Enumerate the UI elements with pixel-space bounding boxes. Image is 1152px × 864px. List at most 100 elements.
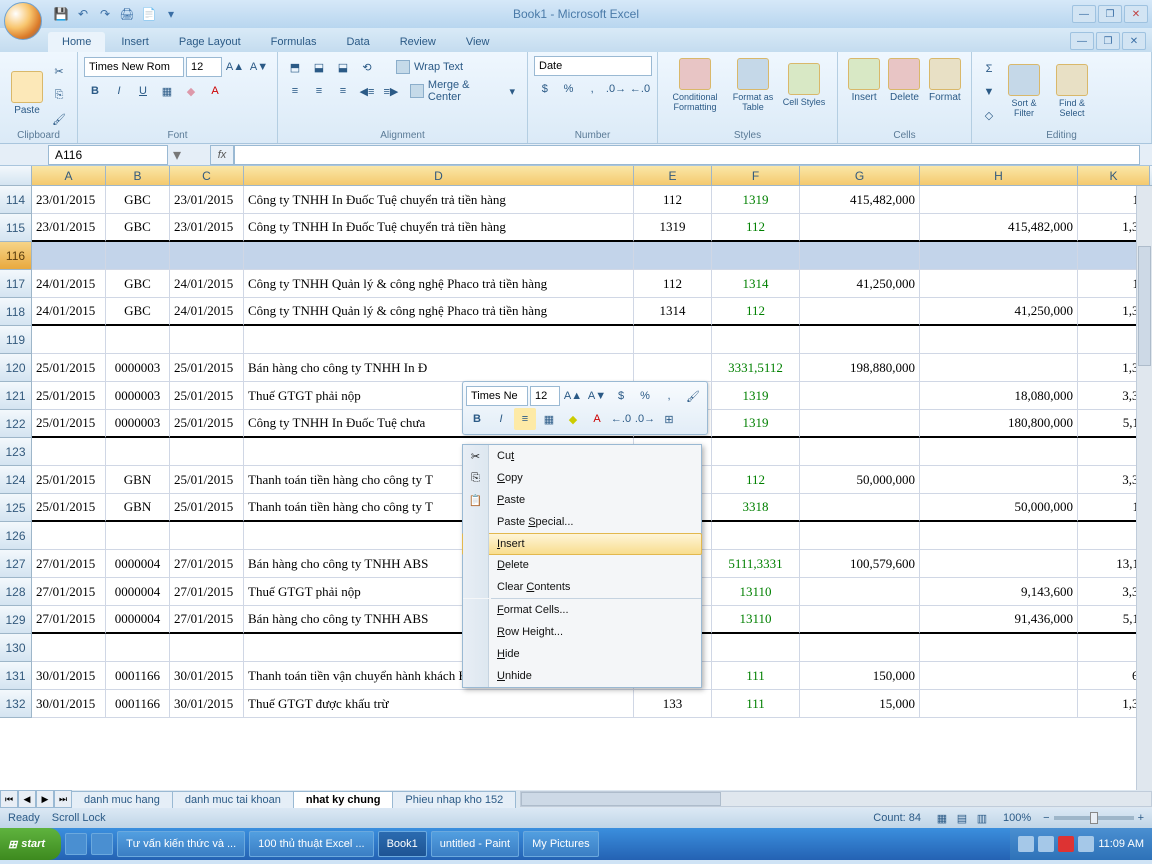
autosum-button[interactable]: Σ [978, 58, 1000, 80]
cell[interactable] [32, 522, 106, 550]
cell[interactable] [800, 634, 920, 662]
fx-button[interactable]: fx [210, 145, 234, 165]
cell[interactable] [244, 326, 634, 354]
percent-button[interactable]: % [558, 78, 580, 100]
font-name-combo[interactable] [84, 57, 184, 77]
cell[interactable]: 0000003 [106, 354, 170, 382]
cell[interactable]: 0000004 [106, 578, 170, 606]
column-header-E[interactable]: E [634, 166, 712, 185]
menu-item-delete[interactable]: Delete [463, 554, 701, 576]
cell[interactable] [800, 214, 920, 242]
cell[interactable] [920, 690, 1078, 718]
menu-item-format-cells-[interactable]: Format Cells... [463, 599, 701, 621]
cell[interactable] [106, 326, 170, 354]
cell[interactable]: 25/01/2015 [170, 494, 244, 522]
cell[interactable]: 24/01/2015 [32, 270, 106, 298]
decrease-decimal-button[interactable]: ←.0 [629, 78, 651, 100]
number-format-combo[interactable] [534, 56, 652, 76]
menu-item-cut[interactable]: ✂Cut [463, 445, 701, 467]
align-center-button[interactable]: ≡ [308, 80, 330, 102]
cell[interactable] [712, 326, 800, 354]
cell[interactable]: 112 [634, 270, 712, 298]
cell[interactable] [32, 326, 106, 354]
cell[interactable] [800, 410, 920, 438]
view-page-break[interactable]: ▥ [973, 810, 991, 826]
conditional-formatting-button[interactable]: Conditional Formatting [664, 56, 726, 114]
print-preview-icon[interactable]: 🖨 [118, 5, 136, 23]
row-header[interactable]: 120 [0, 354, 32, 382]
cell[interactable]: 1319 [712, 382, 800, 410]
merge-center-button[interactable]: Merge & Center ▾ [404, 80, 521, 102]
cell[interactable]: 30/01/2015 [170, 690, 244, 718]
row-header[interactable]: 119 [0, 326, 32, 354]
mini-bold[interactable]: B [466, 408, 488, 430]
cell[interactable] [920, 550, 1078, 578]
cell[interactable]: 23/01/2015 [32, 186, 106, 214]
column-header-A[interactable]: A [32, 166, 106, 185]
cell[interactable]: 91,436,000 [920, 606, 1078, 634]
row-header[interactable]: 118 [0, 298, 32, 326]
cell[interactable]: Bán hàng cho công ty TNHH In Đ [244, 354, 634, 382]
menu-item-insert[interactable]: Insert [462, 533, 702, 555]
cell[interactable]: GBC [106, 214, 170, 242]
currency-button[interactable]: $ [534, 78, 556, 100]
row-header[interactable]: 125 [0, 494, 32, 522]
cell[interactable] [634, 326, 712, 354]
cell[interactable] [800, 326, 920, 354]
vertical-scrollbar[interactable] [1136, 186, 1152, 790]
taskbar-item[interactable]: My Pictures [523, 831, 598, 857]
cell[interactable]: GBC [106, 186, 170, 214]
font-color-button[interactable]: A [204, 80, 226, 102]
mini-inc-decimal[interactable]: .0→ [634, 408, 656, 430]
comma-button[interactable]: , [581, 78, 603, 100]
cell[interactable]: 1314 [634, 298, 712, 326]
undo-icon[interactable]: ↶ [74, 5, 92, 23]
cell[interactable] [712, 438, 800, 466]
cell[interactable]: 0000003 [106, 410, 170, 438]
column-header-K[interactable]: K [1078, 166, 1150, 185]
view-normal[interactable]: ▦ [933, 810, 951, 826]
mini-border[interactable]: ▦ [538, 408, 560, 430]
align-right-button[interactable]: ≡ [332, 80, 354, 102]
row-header[interactable]: 122 [0, 410, 32, 438]
zoom-out[interactable]: − [1043, 812, 1049, 824]
name-box-dropdown[interactable]: ▾ [168, 145, 186, 165]
cell[interactable]: 24/01/2015 [32, 298, 106, 326]
clock[interactable]: 11:09 AM [1098, 838, 1144, 850]
format-painter-button[interactable]: 🖌 [48, 108, 70, 130]
cell[interactable] [800, 606, 920, 634]
mini-italic[interactable]: I [490, 408, 512, 430]
cell[interactable] [920, 466, 1078, 494]
cell[interactable]: 41,250,000 [920, 298, 1078, 326]
cell[interactable]: 15,000 [800, 690, 920, 718]
row-header[interactable]: 128 [0, 578, 32, 606]
cell[interactable] [920, 634, 1078, 662]
cell[interactable] [170, 242, 244, 270]
cell[interactable]: 30/01/2015 [32, 662, 106, 690]
cell[interactable]: 23/01/2015 [170, 186, 244, 214]
shrink-font-button[interactable]: A▼ [248, 56, 270, 78]
menu-item-unhide[interactable]: Unhide [463, 665, 701, 687]
row-header[interactable]: 114 [0, 186, 32, 214]
cell[interactable]: 25/01/2015 [170, 382, 244, 410]
cell[interactable]: 23/01/2015 [32, 214, 106, 242]
cell[interactable]: Công ty TNHH In Đuốc Tuệ chuyển trả tiền… [244, 214, 634, 242]
paste-button[interactable]: Paste [6, 56, 48, 130]
cell[interactable]: 100,579,600 [800, 550, 920, 578]
sheet-nav-last[interactable]: ⏭ [54, 790, 72, 808]
sort-filter-button[interactable]: Sort & Filter [1000, 56, 1048, 126]
row-header[interactable]: 130 [0, 634, 32, 662]
qat-dropdown-icon[interactable]: ▾ [162, 5, 180, 23]
font-size-combo[interactable] [186, 57, 222, 77]
cell[interactable]: GBN [106, 466, 170, 494]
cell[interactable] [712, 242, 800, 270]
cell[interactable]: 27/01/2015 [32, 578, 106, 606]
column-header-H[interactable]: H [920, 166, 1078, 185]
cell[interactable] [920, 242, 1078, 270]
row-header[interactable]: 129 [0, 606, 32, 634]
cell[interactable]: Thuế GTGT được khấu trừ [244, 690, 634, 718]
row-header[interactable]: 132 [0, 690, 32, 718]
cell[interactable] [920, 186, 1078, 214]
cell[interactable]: 1319 [634, 214, 712, 242]
increase-indent-button[interactable]: ≡▶ [380, 80, 402, 102]
